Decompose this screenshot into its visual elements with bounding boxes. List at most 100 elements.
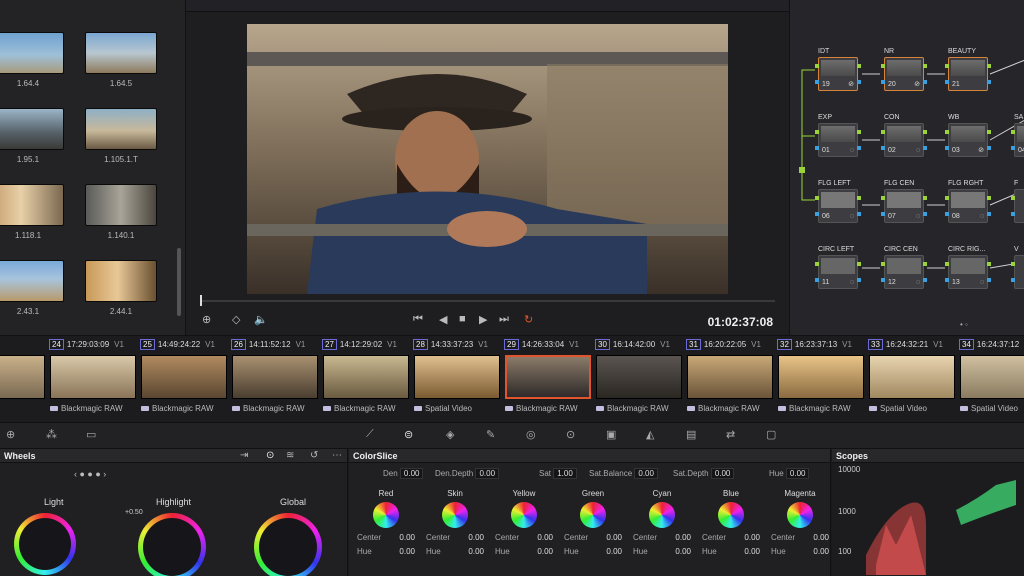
playhead[interactable] (200, 295, 202, 306)
slice-hue-value[interactable]: 0.00 (537, 547, 553, 556)
colorslice-param[interactable]: Den.Depth 0.00 (435, 468, 500, 479)
colorslice-param[interactable]: Sat.Depth 0.00 (673, 468, 735, 479)
node-sa[interactable]: SA 04 (1011, 114, 1024, 157)
slice-center-value[interactable]: 0.00 (606, 533, 622, 542)
timeline-clip[interactable]: 25 14:49:24:22 V1 Blackmagic RAW (138, 336, 228, 424)
media-clip[interactable]: 1.118.1 (0, 184, 68, 240)
node-con[interactable]: CON 02 ◌ (881, 114, 927, 157)
skip-start-button[interactable]: ⏮ (413, 313, 423, 326)
slice-center-row[interactable]: Center 0.00 (353, 533, 419, 542)
colorslice-param[interactable]: Sat 1.00 (539, 468, 577, 479)
param-value[interactable]: 0.00 (475, 468, 500, 479)
audio-icon[interactable]: 🔈 (254, 313, 268, 326)
node-flg-rght[interactable]: FLG RGHT 08 ◌ (945, 180, 991, 223)
slice-hue-row[interactable]: Hue 0.00 (767, 547, 833, 556)
video-frame[interactable] (247, 24, 728, 294)
color-warper-icon[interactable]: ⊜ (404, 428, 413, 441)
slice-wheel[interactable] (649, 502, 675, 528)
colorslice-param[interactable]: Hue 0.00 (769, 468, 810, 479)
slice-center-value[interactable]: 0.00 (468, 533, 484, 542)
highlight-wheel[interactable] (138, 513, 206, 576)
param-value[interactable]: 0.00 (710, 468, 735, 479)
curves-icon[interactable]: ⟋ (366, 428, 374, 441)
slice-center-row[interactable]: Center 0.00 (560, 533, 626, 542)
skip-end-button[interactable]: ⏭ (499, 313, 509, 326)
global-wheel[interactable] (254, 513, 322, 576)
play-button[interactable]: ▶ (479, 313, 487, 326)
wheels-log-icon[interactable]: ≋ (286, 450, 294, 461)
slice-hue-value[interactable]: 0.00 (468, 547, 484, 556)
hdr-icon[interactable]: ⊕ (6, 428, 15, 441)
loop-button[interactable]: ↻ (524, 313, 533, 326)
slice-hue-value[interactable]: 0.00 (606, 547, 622, 556)
node-f[interactable]: F (1011, 180, 1024, 223)
light-wheel[interactable] (14, 513, 76, 575)
slice-center-value[interactable]: 0.00 (813, 533, 829, 542)
magic-mask-icon[interactable]: ▣ (606, 428, 616, 441)
slice-hue-value[interactable]: 0.00 (813, 547, 829, 556)
node-circ-right[interactable]: CIRC RIG... 13 ◌ (945, 246, 991, 289)
sizing-icon[interactable]: ⇄ (726, 428, 735, 441)
timeline-clip[interactable]: 30 16:14:42:00 V1 Blackmagic RAW (593, 336, 683, 424)
eyedropper-icon[interactable]: ✎ (486, 428, 495, 441)
qualifier-icon[interactable]: ◈ (446, 428, 454, 441)
raw-icon[interactable]: ▭ (86, 428, 96, 441)
slice-center-value[interactable]: 0.00 (399, 533, 415, 542)
node-exp[interactable]: EXP 01 ◌ (815, 114, 861, 157)
timeline-clip[interactable]: 26 14:11:52:12 V1 Blackmagic RAW (229, 336, 319, 424)
slice-hue-value[interactable]: 0.00 (675, 547, 691, 556)
slice-center-row[interactable]: Center 0.00 (422, 533, 488, 542)
slice-center-row[interactable]: Center 0.00 (698, 533, 764, 542)
media-clip[interactable]: 1.140.1 (81, 184, 161, 240)
param-value[interactable]: 1.00 (553, 468, 577, 479)
colorslice-param[interactable]: Den 0.00 (383, 468, 424, 479)
3d-icon[interactable]: ▢ (766, 428, 776, 441)
slice-hue-row[interactable]: Hue 0.00 (353, 547, 419, 556)
timeline-clip[interactable]: 31 16:20:22:05 V1 Blackmagic RAW (684, 336, 774, 424)
slice-hue-row[interactable]: Hue 0.00 (560, 547, 626, 556)
media-clip[interactable]: 2.43.1 (0, 260, 68, 316)
timeline-clip[interactable]: 42:06RAW (0, 336, 46, 424)
timeline-clip[interactable]: 33 16:24:32:21 V1 Spatial Video (866, 336, 956, 424)
blur-icon[interactable]: ◭ (646, 428, 654, 441)
param-value[interactable]: 0.00 (399, 468, 424, 479)
slice-center-value[interactable]: 0.00 (744, 533, 760, 542)
slice-hue-row[interactable]: Hue 0.00 (629, 547, 695, 556)
slice-wheel[interactable] (718, 502, 744, 528)
timeline-clip[interactable]: 28 14:33:37:23 V1 Spatial Video (411, 336, 501, 424)
slice-hue-row[interactable]: Hue 0.00 (698, 547, 764, 556)
node-nr[interactable]: NR 20 ⊘ (881, 48, 927, 91)
slice-wheel[interactable] (511, 502, 537, 528)
slice-hue-row[interactable]: Hue 0.00 (491, 547, 557, 556)
colorslice-param[interactable]: Sat.Balance 0.00 (589, 468, 658, 479)
media-clip[interactable]: 1.64.5 (81, 32, 161, 88)
media-clip[interactable]: 1.95.1 (0, 108, 68, 164)
wheels-more-icon[interactable]: ⋯ (332, 450, 342, 461)
key-icon[interactable]: ▤ (686, 428, 696, 441)
step-back-button[interactable]: ◀ (439, 313, 447, 326)
slice-wheel[interactable] (373, 502, 399, 528)
node-circ-left[interactable]: CIRC LEFT 11 ◌ (815, 246, 861, 289)
slice-wheel[interactable] (442, 502, 468, 528)
tracker-icon[interactable]: ⊙ (566, 428, 575, 441)
rgb-mixer-icon[interactable]: ⁂ (46, 428, 57, 441)
slice-center-row[interactable]: Center 0.00 (767, 533, 833, 542)
node-graph[interactable]: IDT 19 ⊘ NR 20 ⊘ BEAUTY 21 EXP 01 ◌ CON 02 ◌… (789, 0, 1024, 335)
node-idt[interactable]: IDT 19 ⊘ (815, 48, 861, 91)
wheels-primary-icon[interactable]: ⊙ (266, 450, 274, 461)
slice-hue-value[interactable]: 0.00 (744, 547, 760, 556)
slice-wheel[interactable] (580, 502, 606, 528)
media-clip[interactable]: 2.44.1 (81, 260, 161, 316)
timeline-clip[interactable]: 27 14:12:29:02 V1 Blackmagic RAW (320, 336, 410, 424)
param-value[interactable]: 0.00 (785, 468, 810, 479)
slice-wheel[interactable] (787, 502, 813, 528)
layers-icon[interactable]: ◇ (232, 313, 240, 326)
window-icon[interactable]: ◎ (526, 428, 536, 441)
viewer-zoom-icon[interactable]: ⊕ (202, 313, 211, 326)
timeline-clip[interactable]: 34 16:24:37:12 Spatial Video (957, 336, 1024, 424)
node-flg-left[interactable]: FLG LEFT 06 ◌ (815, 180, 861, 223)
wheels-reset-icon[interactable]: ↺ (310, 450, 318, 461)
node-circ-cen[interactable]: CIRC CEN 12 ◌ (881, 246, 927, 289)
timeline-clip[interactable]: 24 17:29:03:09 V1 Blackmagic RAW (47, 336, 137, 424)
timeline-clip[interactable]: 32 16:23:37:13 V1 Blackmagic RAW (775, 336, 865, 424)
